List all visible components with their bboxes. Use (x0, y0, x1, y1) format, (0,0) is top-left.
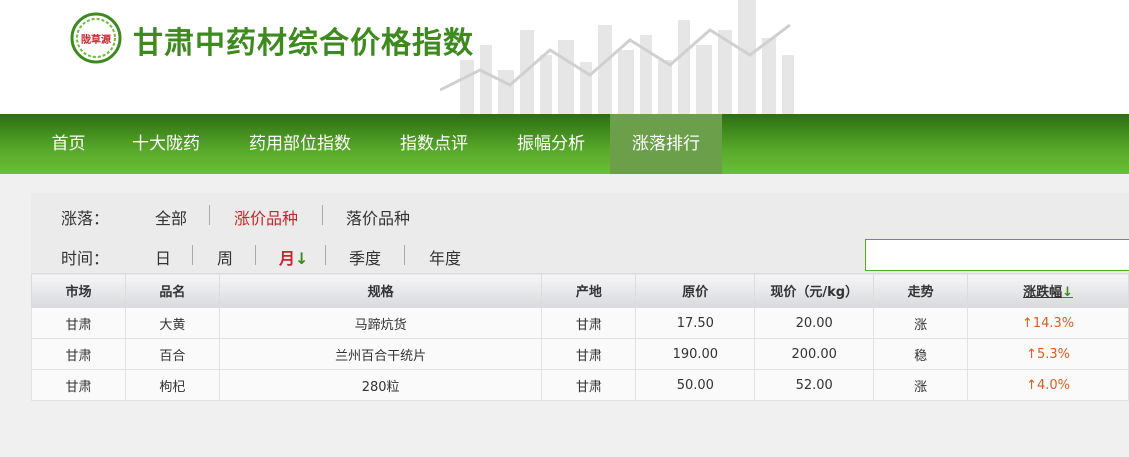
cell-new-price: 20.00 (754, 307, 875, 339)
cell-spec: 兰州百合干统片 (218, 338, 543, 370)
cell-origin: 甘肃 (541, 338, 637, 370)
cell-old-price: 50.00 (635, 369, 756, 401)
nav-item-top-ten[interactable]: 十大陇药 (113, 114, 219, 174)
logo-emblem-icon: 陇草源 (70, 12, 122, 64)
divider (404, 245, 405, 265)
col-market: 市场 (31, 273, 126, 308)
cell-market: 甘肃 (31, 369, 126, 401)
cell-spec: 马蹄炕货 (218, 307, 543, 339)
cell-old-price: 17.50 (635, 307, 756, 339)
cell-trend: 涨 (873, 369, 969, 401)
time-month[interactable]: 月↓ (279, 245, 308, 269)
sort-down-icon: ↓ (1062, 285, 1073, 300)
sort-down-icon: ↓ (295, 249, 309, 268)
cell-market: 甘肃 (31, 338, 126, 370)
cell-origin: 甘肃 (541, 369, 637, 401)
table-row: 甘肃 枸杞 280粒 甘肃 50.00 52.00 涨 ↑4.0% (31, 369, 1129, 401)
nav-item-amplitude[interactable]: 振幅分析 (498, 114, 604, 174)
cell-name: 百合 (124, 338, 220, 370)
divider (192, 245, 193, 265)
nav-item-review[interactable]: 指数点评 (381, 114, 487, 174)
cell-spec: 280粒 (218, 369, 543, 401)
svg-text:陇草源: 陇草源 (81, 33, 111, 46)
col-change[interactable]: 涨跌幅↓ (967, 273, 1129, 308)
cell-name: 枸杞 (124, 369, 220, 401)
col-change-label[interactable]: 涨跌幅 (1023, 285, 1062, 300)
cell-trend: 稳 (873, 338, 969, 370)
cell-name: 大黄 (124, 307, 220, 339)
cell-market: 甘肃 (31, 307, 126, 339)
time-month-label: 月 (279, 249, 296, 268)
page-header: 陇草源 甘肃中药材综合价格指数 (0, 0, 1129, 114)
decorative-skyline (440, 0, 794, 114)
table-row: 甘肃 大黄 马蹄炕货 甘肃 17.50 20.00 涨 ↑14.3% (31, 307, 1129, 339)
cell-trend: 涨 (873, 307, 969, 339)
cell-origin: 甘肃 (541, 307, 637, 339)
cell-change: ↑5.3% (967, 338, 1129, 370)
time-day[interactable]: 日 (155, 245, 171, 269)
filter-rising[interactable]: 涨价品种 (234, 205, 298, 229)
cell-new-price: 52.00 (754, 369, 875, 401)
ranking-table: 市场 品名 规格 产地 原价 现价（元/kg） 走势 涨跌幅↓ 甘肃 大黄 马蹄… (31, 273, 1129, 401)
cell-new-price: 200.00 (754, 338, 875, 370)
filter-falling[interactable]: 落价品种 (346, 205, 410, 229)
table-header-row: 市场 品名 规格 产地 原价 现价（元/kg） 走势 涨跌幅↓ (31, 273, 1129, 308)
time-quarter[interactable]: 季度 (349, 245, 381, 269)
table-row: 甘肃 百合 兰州百合干统片 甘肃 190.00 200.00 稳 ↑5.3% (31, 338, 1129, 370)
divider (322, 205, 323, 225)
time-label: 时间： (61, 249, 110, 268)
col-spec: 规格 (218, 273, 543, 308)
time-week[interactable]: 周 (217, 245, 233, 269)
divider (255, 245, 256, 265)
rise-fall-label: 涨落： (61, 209, 110, 228)
search-input[interactable] (865, 239, 1129, 271)
divider (209, 205, 210, 225)
nav-item-home[interactable]: 首页 (31, 114, 106, 174)
filter-all[interactable]: 全部 (155, 205, 187, 229)
divider (325, 245, 326, 265)
cell-change: ↑14.3% (967, 307, 1129, 339)
site-title: 甘肃中药材综合价格指数 (133, 26, 474, 61)
cell-change: ↑4.0% (967, 369, 1129, 401)
main-nav: 首页 十大陇药 药用部位指数 指数点评 振幅分析 涨落排行 (0, 114, 1129, 174)
time-year[interactable]: 年度 (429, 245, 461, 269)
col-trend: 走势 (873, 273, 969, 308)
col-old-price: 原价 (635, 273, 756, 308)
col-origin: 产地 (541, 273, 637, 308)
nav-item-ranking[interactable]: 涨落排行 (610, 114, 722, 174)
col-new-price: 现价（元/kg） (754, 273, 875, 308)
col-name: 品名 (124, 273, 220, 308)
cell-old-price: 190.00 (635, 338, 756, 370)
nav-item-part-index[interactable]: 药用部位指数 (230, 114, 370, 174)
